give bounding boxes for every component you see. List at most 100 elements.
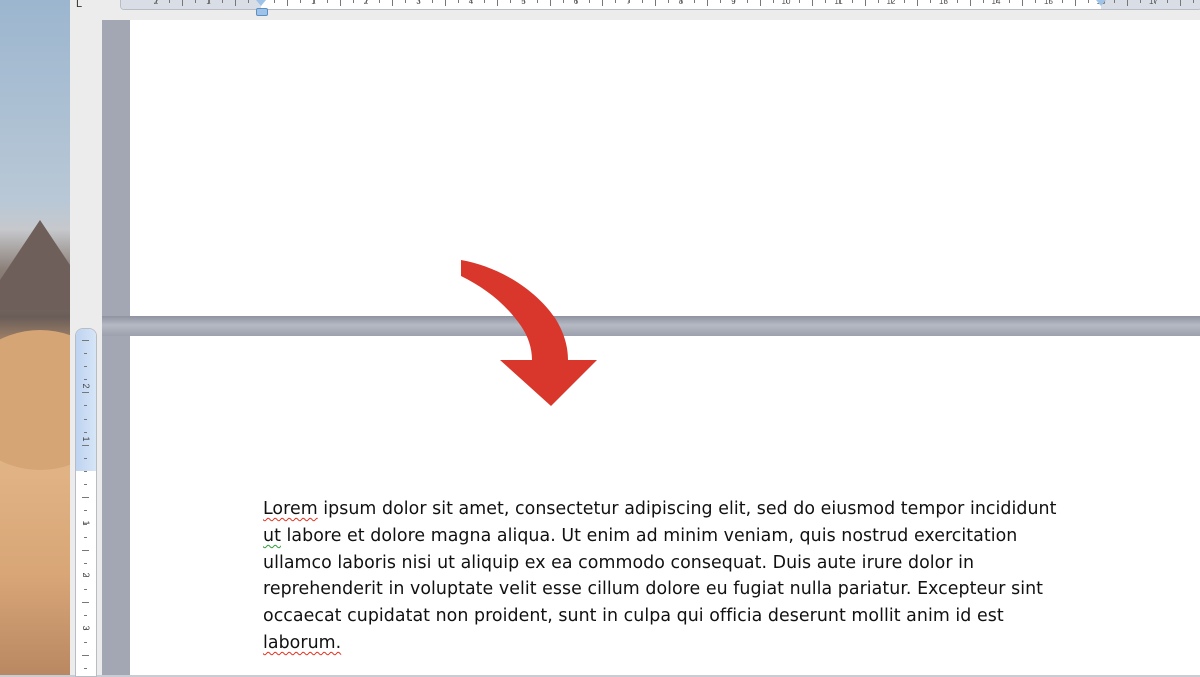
- ruler-top-margin: [76, 329, 96, 471]
- ruler-tick: [1009, 0, 1011, 3]
- text-run: ullamco laboris nisi ut aliquip ex ea co…: [263, 552, 975, 573]
- ruler-number: 1: [81, 435, 91, 441]
- ruler-tick: [510, 0, 512, 3]
- text-run: labore et dolore magna aliqua. Ut enim a…: [280, 525, 1018, 546]
- ruler-tick: [864, 0, 866, 6]
- first-line-indent-handle[interactable]: [256, 0, 266, 6]
- spelling-error-word[interactable]: Lorem: [263, 499, 318, 519]
- ruler-number: 11: [834, 0, 843, 6]
- right-indent-marker[interactable]: [1095, 0, 1107, 18]
- ruler-tick: [746, 0, 748, 3]
- ruler-tick: [274, 0, 276, 3]
- ruler-tick: [84, 418, 87, 420]
- page-break-gap: [102, 316, 1200, 336]
- ruler-tick: [379, 0, 381, 3]
- ruler-tick: [549, 0, 551, 6]
- ruler-number: 1: [81, 519, 91, 525]
- hanging-indent-handle[interactable]: [256, 8, 268, 16]
- ruler-number: 10: [781, 0, 791, 6]
- ruler-tick: [930, 0, 932, 3]
- ruler-number: 3: [416, 0, 421, 6]
- grammar-flag-word[interactable]: ut: [263, 526, 281, 546]
- desktop-wallpaper: [0, 0, 70, 675]
- ruler-number: 2: [363, 0, 369, 6]
- ruler-tick: [84, 405, 87, 407]
- ruler-tick: [1166, 0, 1168, 3]
- ruler-number: 9: [731, 0, 736, 6]
- ruler-number: 12: [886, 0, 896, 6]
- ruler-tick: [82, 497, 89, 499]
- text-run: occaecat cupidatat non proident, sunt in…: [263, 606, 1004, 627]
- ruler-number: 15: [1044, 0, 1053, 6]
- ruler-number: 2: [153, 0, 159, 6]
- ruler-tick: [84, 457, 87, 459]
- ruler-tick: [326, 0, 328, 3]
- ruler-tick: [602, 0, 604, 6]
- ruler-number: 4: [468, 0, 474, 6]
- ruler-tick: [562, 0, 564, 3]
- ruler-number: 2: [81, 383, 91, 389]
- ruler-tick: [1127, 0, 1129, 6]
- text-line: laborum.: [263, 630, 1113, 657]
- ruler-tick: [169, 0, 171, 3]
- ruler-tick: [759, 0, 761, 6]
- ruler-corner: [70, 0, 102, 20]
- ruler-tick: [195, 0, 197, 3]
- wallpaper-mountain: [0, 220, 70, 310]
- tab-selector-icon[interactable]: L: [76, 0, 82, 10]
- ruler-tick: [1087, 0, 1089, 3]
- ruler-tick: [1192, 0, 1194, 3]
- ruler-tick: [82, 549, 89, 551]
- text-run: reprehenderit in voluptate velit esse ci…: [263, 579, 1044, 600]
- page-1-bottom-area[interactable]: [130, 20, 1200, 316]
- ruler-tick: [536, 0, 538, 3]
- text-line: ut labore et dolore magna aliqua. Ut eni…: [263, 523, 1113, 550]
- wallpaper-dune: [0, 330, 70, 470]
- ruler-tick: [431, 0, 433, 3]
- body-paragraph[interactable]: Lorem ipsum dolor sit amet, consectetur …: [263, 496, 1113, 657]
- ruler-tick: [457, 0, 459, 3]
- left-indent-marker[interactable]: [255, 0, 268, 18]
- ruler-tick: [287, 0, 289, 6]
- ruler-tick: [405, 0, 407, 3]
- ruler-tick: [825, 0, 827, 3]
- ruler-number: 17: [1149, 0, 1158, 6]
- ruler-number: 5: [521, 0, 526, 6]
- ruler-tick: [654, 0, 656, 6]
- ruler-number: 6: [573, 0, 579, 6]
- ruler-tick: [300, 0, 302, 3]
- horizontal-ruler[interactable]: 2 1 1 2 3 4 5 6 7 8 9 10 11 12 13 14 15 16 17: [120, 0, 1200, 10]
- curved-arrow-down-icon: [461, 260, 597, 406]
- ruler-tick: [589, 0, 591, 3]
- ruler-tick: [1022, 0, 1024, 6]
- right-indent-handle[interactable]: [1096, 0, 1106, 6]
- ruler-tick: [84, 615, 87, 617]
- ruler-tick: [917, 0, 919, 6]
- ruler-tick: [84, 471, 87, 472]
- ruler-tick: [82, 602, 89, 604]
- ruler-tick: [84, 589, 87, 591]
- ruler-tick: [82, 654, 89, 656]
- ruler-tick: [812, 0, 814, 6]
- ruler-number: 8: [678, 0, 684, 6]
- ruler-tick: [904, 0, 906, 3]
- ruler-tick: [667, 0, 669, 3]
- ruler-number: 7: [626, 0, 631, 6]
- ruler-tick: [339, 0, 341, 6]
- ruler-tick: [84, 484, 87, 486]
- ruler-tick: [234, 0, 236, 6]
- ruler-number: 3: [81, 624, 91, 630]
- ruler-tick: [84, 352, 87, 354]
- ruler-tick: [851, 0, 853, 3]
- ruler-number: 1: [311, 0, 316, 6]
- ruler-tick: [444, 0, 446, 6]
- ruler-tick: [82, 392, 89, 394]
- ruler-tick: [497, 0, 499, 6]
- ruler-tick: [221, 0, 223, 3]
- ruler-tick: [84, 510, 87, 512]
- ruler-tick: [1061, 0, 1063, 3]
- ruler-tick: [982, 0, 984, 3]
- spelling-error-word[interactable]: laborum.: [263, 633, 341, 653]
- ruler-tick: [1035, 0, 1037, 3]
- vertical-ruler[interactable]: 2 1 1 2 3: [75, 328, 97, 677]
